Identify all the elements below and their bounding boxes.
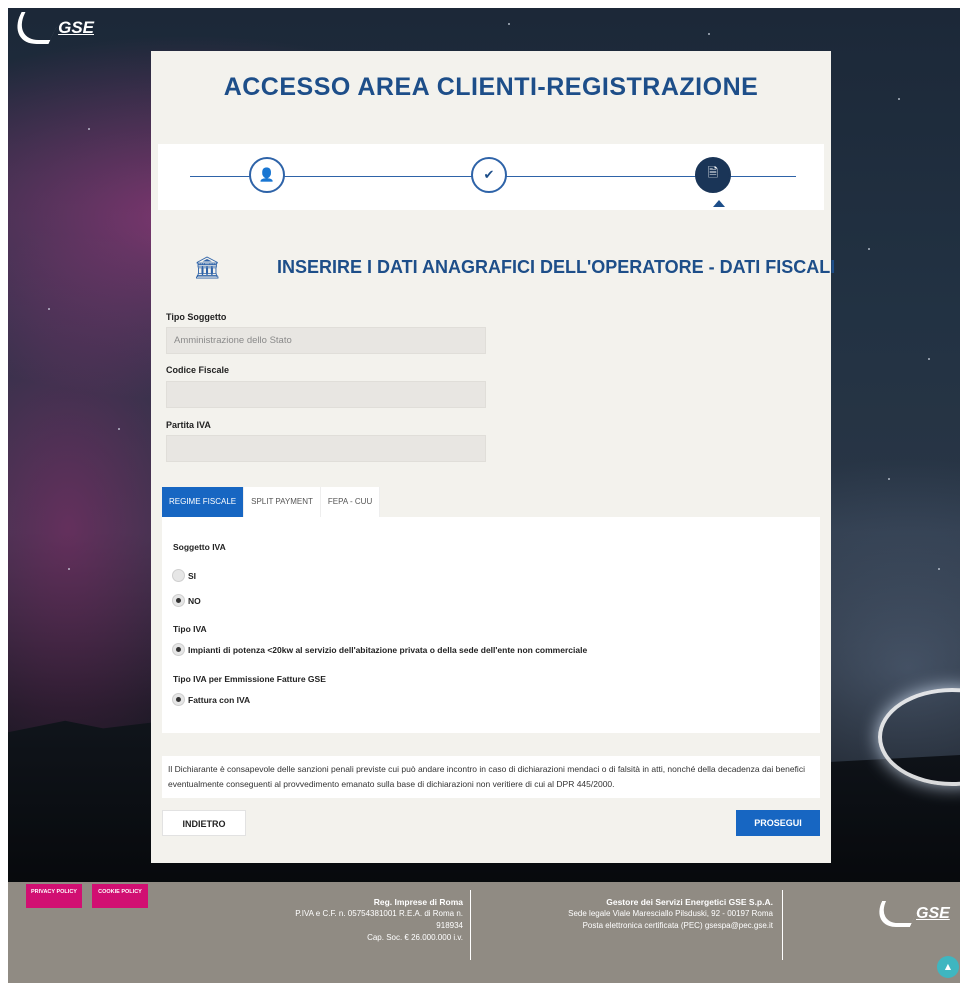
footer-left-line3: Cap. Soc. € 26.000.000 i.v. [367, 933, 463, 942]
star [868, 248, 870, 250]
star [88, 128, 90, 130]
radio-no[interactable]: NO [172, 594, 201, 607]
back-button[interactable]: INDIETRO [162, 810, 246, 836]
step-check[interactable]: ✔ [471, 157, 507, 193]
step-document[interactable]: 🗎 [695, 157, 731, 193]
footer-divider [782, 890, 783, 960]
registration-card: ACCESSO AREA CLIENTI-REGISTRAZIONE 👤 ✔ 🗎… [151, 51, 835, 863]
star [888, 478, 890, 480]
footer-mid-head: Gestore dei Servizi Energetici GSE S.p.A… [606, 897, 773, 907]
tab-bar: REGIME FISCALE SPLIT PAYMENT FEPA - CUU [162, 487, 381, 517]
tab-fepa-cuu[interactable]: FEPA - CUU [320, 487, 381, 517]
regime-fiscale-panel: Soggetto IVA SI NO Tipo IVA Impianti di … [162, 517, 820, 733]
active-step-caret [713, 200, 725, 207]
radio-tipo-iva[interactable]: Impianti di potenza <20kw al servizio de… [172, 643, 587, 656]
radio-tipo-iva-label: Impianti di potenza <20kw al servizio de… [188, 644, 588, 655]
footer-gse-logo[interactable]: GSE [869, 896, 954, 932]
user-icon: 👤 [258, 167, 276, 183]
star [508, 23, 510, 25]
tipo-iva-label: Tipo IVA [173, 624, 207, 634]
radio-no-control[interactable] [172, 594, 185, 607]
radio-si-control[interactable] [172, 569, 185, 582]
page-title: ACCESSO AREA CLIENTI-REGISTRAZIONE [223, 73, 759, 101]
footer-left-line2: 918934 [436, 921, 463, 930]
footer-logo-text: GSE [916, 905, 950, 922]
star [898, 98, 900, 100]
footer-mid-line1: Sede legale Viale Maresciallo Pilsduski,… [568, 909, 773, 918]
radio-tipo-iva-control[interactable] [172, 643, 185, 656]
soggetto-iva-label: Soggetto IVA [173, 542, 226, 552]
footer-company-registry: Reg. Imprese di Roma P.IVA e C.F. n. 057… [258, 896, 463, 944]
codice-fiscale-label: Codice Fiscale [166, 365, 230, 375]
partita-iva-field[interactable] [166, 435, 486, 462]
footer-mid-line2: Posta elettronica certificata (PEC) gses… [582, 921, 773, 930]
section-header: 🏛 [193, 256, 221, 282]
star [68, 568, 70, 570]
section-title: INSERIRE I DATI ANAGRAFICI DELL'OPERATOR… [277, 257, 836, 277]
footer-company-info: Gestore dei Servizi Energetici GSE S.p.A… [513, 896, 773, 932]
bank-icon: 🏛 [193, 256, 221, 281]
tab-regime-fiscale[interactable]: REGIME FISCALE [162, 487, 245, 517]
footer-divider [470, 890, 471, 960]
check-icon: ✔ [483, 167, 495, 183]
disclaimer-text: Il Dichiarante è consapevole delle sanzi… [162, 756, 820, 798]
star [708, 33, 710, 35]
next-button[interactable]: PROSEGUI [736, 810, 820, 836]
radio-si-label: SI [188, 570, 197, 581]
scroll-to-top-button[interactable]: ▲ [937, 956, 959, 978]
star [118, 428, 120, 430]
logo-swoosh-icon [869, 901, 923, 927]
logo-text: GSE [58, 18, 94, 37]
star [928, 358, 930, 360]
progress-stepper: 👤 ✔ 🗎 [158, 144, 824, 210]
document-icon: 🗎 [707, 166, 719, 181]
gse-logo[interactable]: GSE [6, 10, 94, 46]
radio-fattura-iva-label: Fattura con IVA [188, 694, 251, 705]
step-user[interactable]: 👤 [249, 157, 285, 193]
star [48, 308, 50, 310]
radio-fattura-iva[interactable]: Fattura con IVA [172, 693, 250, 706]
radio-no-label: NO [188, 595, 201, 606]
tipo-iva-fatture-label: Tipo IVA per Emmissione Fatture GSE [173, 674, 326, 684]
logo-swoosh-icon [6, 12, 64, 44]
tipo-soggetto-field[interactable]: Amministrazione dello Stato [166, 327, 486, 354]
codice-fiscale-field[interactable] [166, 381, 486, 408]
radio-fattura-iva-control[interactable] [172, 693, 185, 706]
star [938, 568, 940, 570]
tipo-soggetto-label: Tipo Soggetto [166, 312, 227, 322]
footer-left-line1: P.IVA e C.F. n. 05754381001 R.E.A. di Ro… [295, 909, 463, 918]
footer: PRIVACY POLICY COOKIE POLICY Reg. Impres… [8, 882, 960, 983]
partita-iva-label: Partita IVA [166, 420, 211, 430]
tab-split-payment[interactable]: SPLIT PAYMENT [244, 487, 321, 517]
radio-si[interactable]: SI [172, 569, 196, 582]
footer-left-head: Reg. Imprese di Roma [373, 897, 463, 907]
cookie-policy-link[interactable]: COOKIE POLICY [92, 884, 148, 908]
privacy-policy-link[interactable]: PRIVACY POLICY [26, 884, 82, 908]
